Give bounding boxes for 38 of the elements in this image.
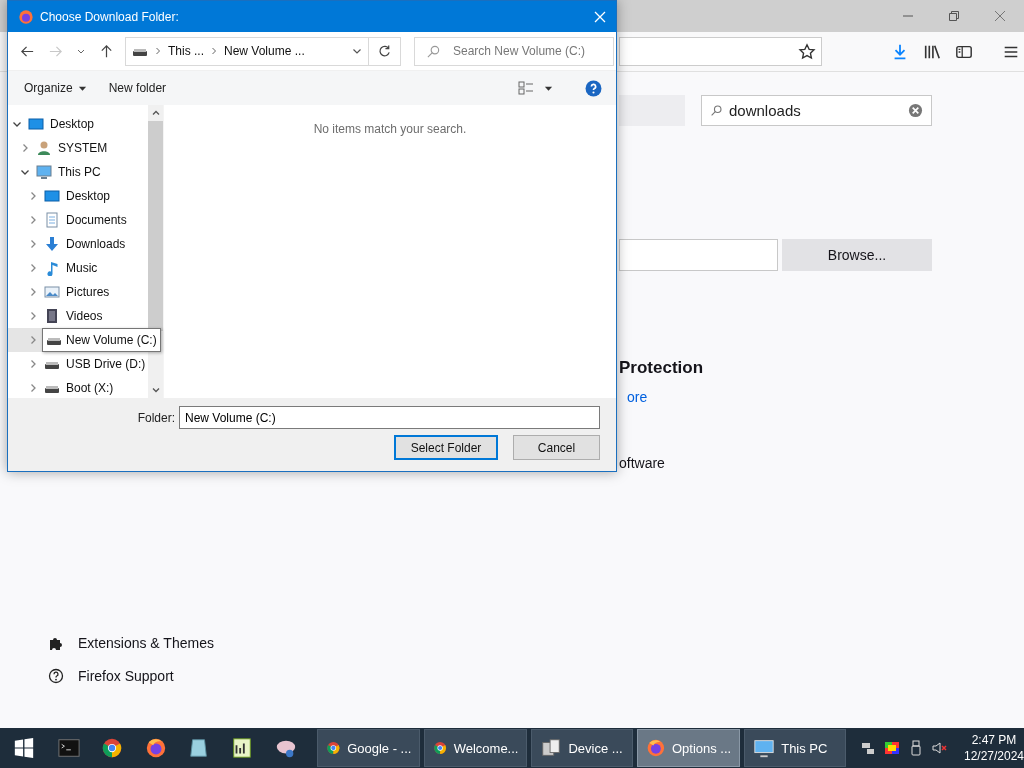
address-bar[interactable]: This ... New Volume ... xyxy=(125,36,369,66)
option-label: oftware xyxy=(619,455,666,471)
dialog-button[interactable]: Cancel xyxy=(513,435,600,460)
clock-date[interactable]: 12/27/2024 xyxy=(963,748,1024,764)
search-field[interactable]: Search New Volume (C:) xyxy=(414,36,614,66)
tree-item[interactable]: Pictures xyxy=(66,285,110,299)
taskbar-button[interactable]: Google - ... xyxy=(317,729,421,767)
command-button[interactable]: Organize xyxy=(18,77,93,99)
tree-item[interactable]: USB Drive (D:) xyxy=(66,357,146,371)
taskbar-button[interactable]: This PC xyxy=(744,729,846,767)
tree-item[interactable]: Music xyxy=(66,261,98,275)
tree-item[interactable]: Downloads xyxy=(66,237,126,251)
tree-item[interactable]: SYSTEM xyxy=(58,141,108,155)
taskbar-button[interactable]: Welcome... xyxy=(424,729,528,767)
breadcrumb-item[interactable]: New Volume ... xyxy=(224,44,305,58)
tree-item[interactable]: Desktop xyxy=(50,117,95,131)
tree-item[interactable]: Videos xyxy=(66,309,103,323)
tree-item[interactable]: This PC xyxy=(58,165,101,179)
tree-item[interactable]: Desktop xyxy=(66,189,111,203)
nav-link[interactable]: Extensions & Themes xyxy=(78,635,214,651)
folder-field[interactable]: New Volume (C:) xyxy=(179,406,600,429)
taskbar-button[interactable]: Options ... xyxy=(637,729,741,767)
section-heading: Protection xyxy=(619,358,705,378)
breadcrumb-item[interactable]: This ... xyxy=(168,44,204,58)
field-label: Folder: xyxy=(137,410,175,425)
tree-item[interactable]: Documents xyxy=(66,213,127,227)
search-field[interactable]: downloads xyxy=(701,95,932,126)
tooltip-text: New Volume (C:) xyxy=(66,333,157,347)
empty-message: No items match your search. xyxy=(313,122,467,138)
nav-link[interactable]: Firefox Support xyxy=(78,668,174,684)
browse-button[interactable]: Browse... xyxy=(782,239,932,271)
window-title: Choose Download Folder: xyxy=(40,9,180,24)
tree-item[interactable]: Boot (X:) xyxy=(66,381,114,395)
clock-time[interactable]: 2:47 PM xyxy=(971,732,1017,748)
learn-more-link[interactable]: ore xyxy=(627,389,932,405)
command-button[interactable]: New folder xyxy=(102,77,173,99)
dialog-button[interactable]: Select Folder xyxy=(394,435,498,460)
taskbar-button[interactable]: Device ... xyxy=(531,729,634,767)
